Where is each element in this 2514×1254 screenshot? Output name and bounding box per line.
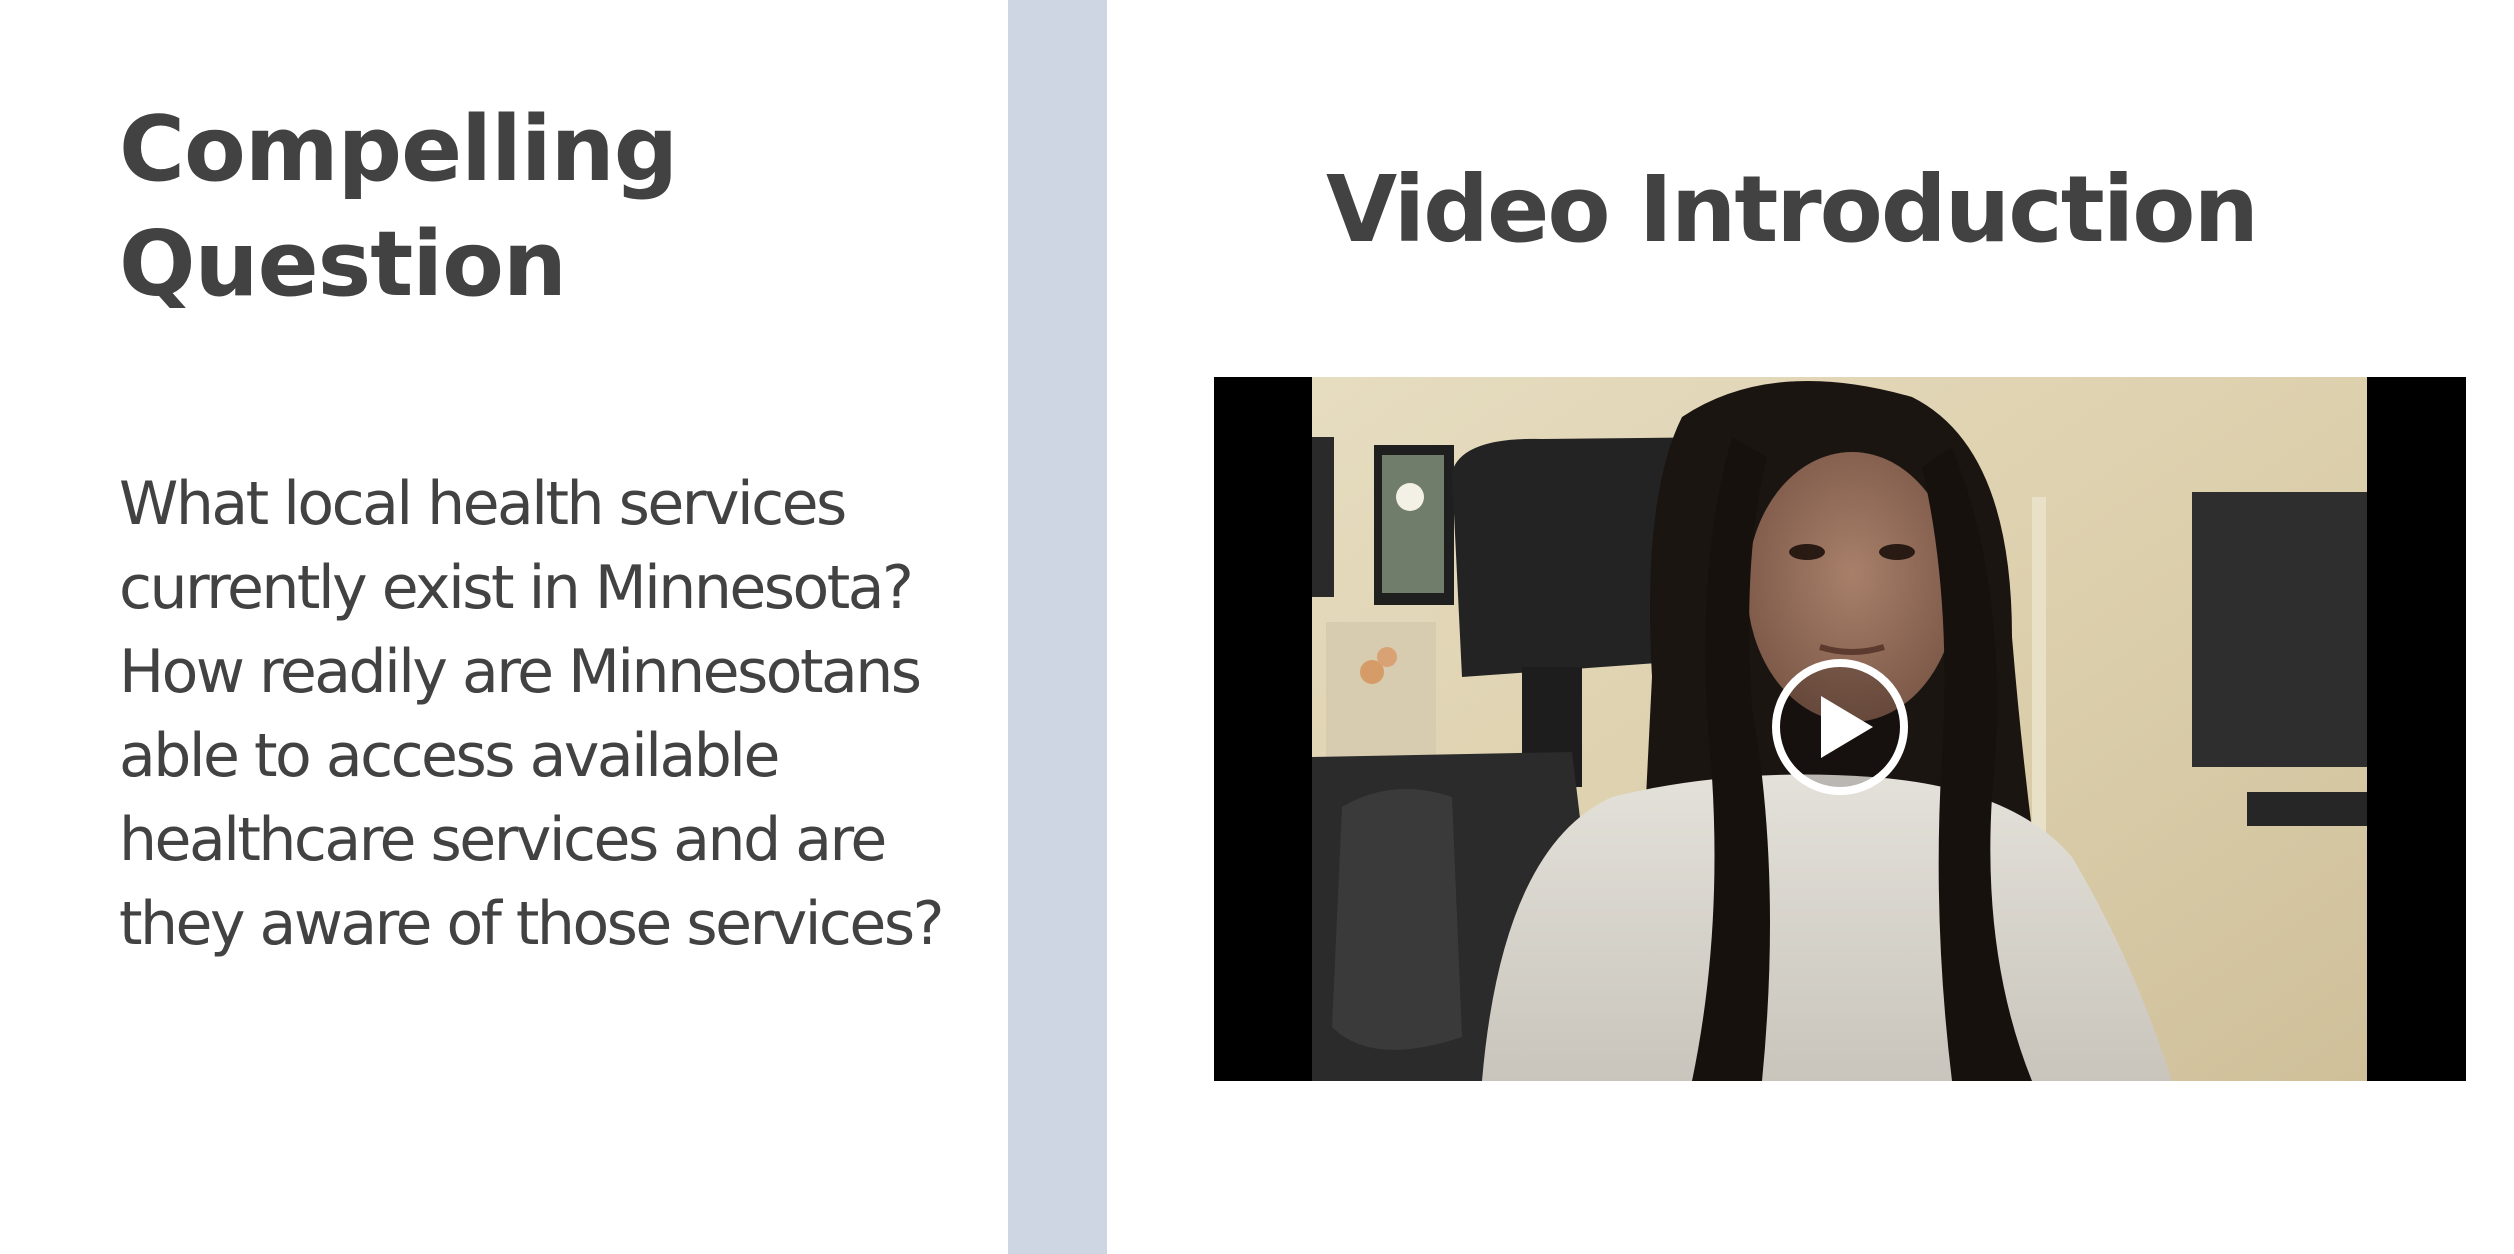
slide: Compelling Question What local health se… (0, 0, 2514, 1254)
video-player[interactable] (1214, 377, 2466, 1081)
compelling-question-text: What local health services currently exi… (119, 469, 944, 959)
play-icon (1772, 659, 1908, 795)
video-introduction-title: Video Introduction (1326, 156, 2259, 263)
compelling-question-title: Compelling Question (119, 97, 678, 317)
play-button[interactable] (1769, 656, 1911, 798)
panel-divider (1008, 0, 1107, 1254)
left-panel: Compelling Question What local health se… (0, 0, 1008, 1254)
